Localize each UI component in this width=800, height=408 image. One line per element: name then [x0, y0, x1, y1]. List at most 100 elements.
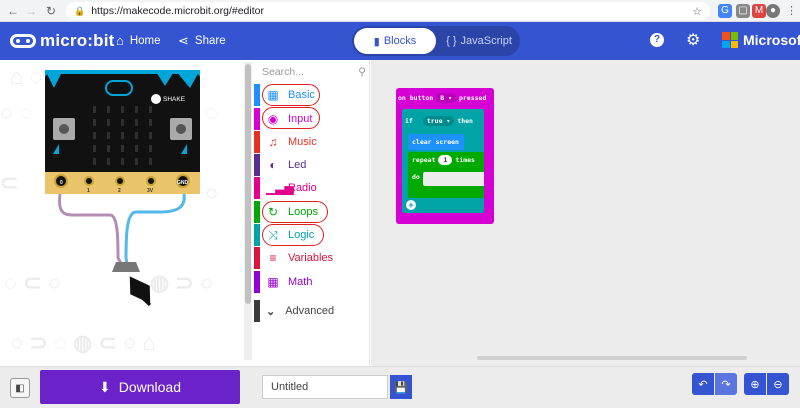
category-music[interactable]: ♫ Music: [254, 131, 370, 153]
minus-circle-icon: ⊖: [773, 378, 783, 391]
button-dropdown[interactable]: B ▾: [436, 93, 456, 103]
category-label: Radio: [288, 182, 317, 194]
background-pattern: ◌ ⊂ ○: [4, 270, 62, 295]
editor-toggle: ▮ Blocks { } JavaScript: [352, 26, 520, 56]
share-button[interactable]: ⋖ Share: [178, 33, 226, 49]
home-label: Home: [129, 34, 161, 47]
event-block-header: on button B ▾ pressed: [398, 93, 486, 103]
if-label: if: [405, 117, 413, 125]
category-radio[interactable]: ▁▃▅ Radio: [254, 177, 370, 199]
settings-button[interactable]: ⚙: [686, 30, 700, 50]
extension-icon[interactable]: ▢: [736, 4, 750, 18]
condition-value: true: [426, 117, 443, 125]
then-label: then: [457, 117, 473, 125]
javascript-tab-label: JavaScript: [460, 35, 512, 47]
clear-screen-label: clear screen: [412, 138, 459, 146]
mail-extension-icon[interactable]: M: [752, 4, 766, 18]
share-label: Share: [194, 35, 226, 47]
gear-icon: ⚙: [686, 32, 701, 49]
microsoft-grid-icon: [722, 32, 738, 48]
category-math[interactable]: ▦ Math: [254, 271, 370, 293]
back-icon[interactable]: ←: [6, 4, 20, 18]
reload-icon[interactable]: ↻: [44, 4, 58, 18]
search-input[interactable]: Search...: [262, 66, 304, 80]
category-color-bar: [254, 108, 260, 130]
search-icon[interactable]: ⚲: [358, 66, 366, 80]
translate-extension-icon[interactable]: G: [718, 4, 732, 18]
redo-button[interactable]: ↷: [715, 373, 737, 395]
category-led[interactable]: ◐ Led: [254, 154, 370, 176]
category-color-bar: [254, 271, 260, 293]
event-prefix: on button: [398, 94, 434, 102]
microbit-logo[interactable]: micro:bit: [10, 31, 115, 51]
signal-icon: ▁▃▅: [266, 181, 294, 195]
category-advanced[interactable]: ⌄ Advanced: [254, 300, 370, 322]
button-value: B: [440, 94, 445, 102]
zoom-out-button[interactable]: ⊖: [767, 373, 789, 395]
collapse-simulator-button[interactable]: ◧: [10, 378, 30, 398]
category-variables[interactable]: ≡ Variables: [254, 247, 370, 269]
annotation-circle: [262, 201, 328, 223]
download-button[interactable]: ⬇ Download: [40, 370, 240, 404]
simulator-scrollbar[interactable]: [244, 62, 252, 360]
save-icon: 💾: [394, 381, 408, 394]
category-label: Led: [288, 159, 307, 171]
advanced-label: Advanced: [285, 305, 335, 317]
times-label: times: [455, 156, 475, 164]
undo-button[interactable]: ↶: [692, 373, 714, 395]
category-color-bar: [254, 154, 260, 176]
background-pattern: ◌: [205, 100, 219, 125]
url-text: https://makecode.microbit.org/#editor: [91, 5, 264, 17]
category-label: Variables: [288, 252, 334, 264]
category-color-bar: [254, 300, 260, 322]
clear-screen-block[interactable]: clear screen: [408, 134, 464, 150]
do-label: do: [412, 173, 420, 181]
background-pattern: ○ ◌: [0, 100, 33, 125]
repeat-count-input[interactable]: 1: [438, 155, 453, 165]
javascript-tab[interactable]: { } JavaScript: [440, 28, 518, 54]
category-label: Math: [288, 276, 313, 288]
home-button[interactable]: ⌂ Home: [116, 33, 161, 48]
plus-icon[interactable]: +: [406, 200, 416, 210]
forward-icon[interactable]: →: [24, 4, 38, 18]
address-bar[interactable]: 🔒 https://makecode.microbit.org/#editor …: [66, 2, 710, 20]
if-block-header: if true ▾ then: [405, 112, 477, 130]
calculator-icon: ▦: [267, 275, 279, 289]
background-pattern: ○ ⊃ ◌ ◍ ⊂ ○ ⌂: [10, 330, 156, 355]
plus-circle-icon: ⊕: [750, 378, 760, 391]
collapse-icon: ◧: [15, 382, 25, 394]
workspace-scrollbar[interactable]: [477, 356, 747, 360]
background-pattern: ⌂ ◌ ⊃ ◍ ⊂ ○ ⌂: [10, 64, 156, 89]
lock-icon: 🔒: [74, 5, 86, 16]
blocks-tab[interactable]: ▮ Blocks: [354, 28, 436, 54]
redo-icon: ↷: [721, 378, 731, 391]
condition-dropdown[interactable]: true ▾: [422, 116, 455, 126]
menu-kebab-icon[interactable]: ⋮: [786, 4, 797, 17]
annotation-circle: [262, 224, 324, 246]
profile-avatar[interactable]: ●: [766, 4, 780, 18]
blocks-workspace[interactable]: on button B ▾ pressed if true ▾ then cle…: [371, 60, 800, 368]
background-pattern: ○: [205, 180, 219, 205]
microsoft-logo[interactable]: Microsoft: [722, 32, 800, 48]
zoom-in-button[interactable]: ⊕: [744, 373, 766, 395]
background-pattern: ◍ ⊃ ○: [150, 270, 214, 295]
bookmark-star-icon[interactable]: ☆: [692, 5, 702, 18]
simulator-panel: ⌂ ◌ ⊃ ◍ ⊂ ○ ⌂ ○ ◌ ◌ ⊂ ○ ◌ ⊂ ○ ◍ ⊃ ○ ○ ⊃ …: [0, 60, 244, 368]
save-button[interactable]: 💾: [390, 375, 412, 399]
repeat-label: repeat: [412, 156, 436, 164]
scrollbar-thumb[interactable]: [245, 64, 251, 304]
browser-toolbar: ← → ↻ 🔒 https://makecode.microbit.org/#e…: [0, 0, 800, 22]
toolbox: Search... ⚲ ▦ Basic ◉ Input ♫ Music ◐ Le…: [254, 60, 370, 368]
toggle-icon: ◐: [269, 158, 277, 172]
share-icon: ⋖: [178, 33, 189, 48]
chevron-down-icon: ⌄: [266, 305, 276, 318]
project-name-field[interactable]: Untitled: [262, 375, 388, 399]
category-color-bar: [254, 201, 260, 223]
repeat-block-header: repeat 1 times: [412, 155, 475, 165]
logo-text: micro:bit: [40, 31, 115, 50]
help-button[interactable]: ?: [650, 33, 664, 47]
category-color-bar: [254, 177, 260, 199]
toolbox-search[interactable]: Search... ⚲: [262, 66, 366, 80]
annotation-circle: [262, 84, 320, 106]
category-label: Music: [288, 136, 317, 148]
